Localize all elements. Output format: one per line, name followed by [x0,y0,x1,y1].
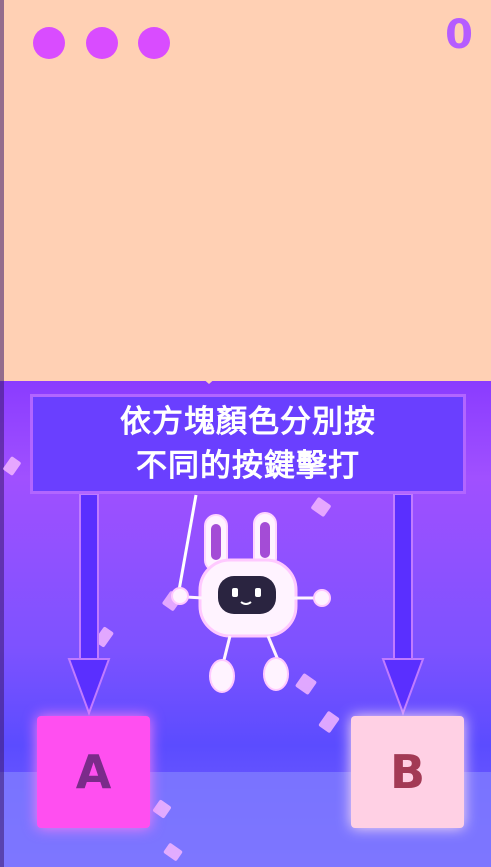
arrow-down-icon [381,493,425,716]
banner-pointer [200,376,218,384]
bunny-robot-icon [171,494,331,693]
tutorial-banner: 依方塊顏色分別按 不同的按鍵擊打 [30,394,466,494]
b-button[interactable]: B [351,716,464,828]
tutorial-line-2: 不同的按鍵擊打 [136,448,360,484]
tutorial-line-1: 依方塊顏色分別按 [120,404,376,440]
arrow-down-icon [67,493,111,716]
a-button[interactable]: A [37,716,150,828]
